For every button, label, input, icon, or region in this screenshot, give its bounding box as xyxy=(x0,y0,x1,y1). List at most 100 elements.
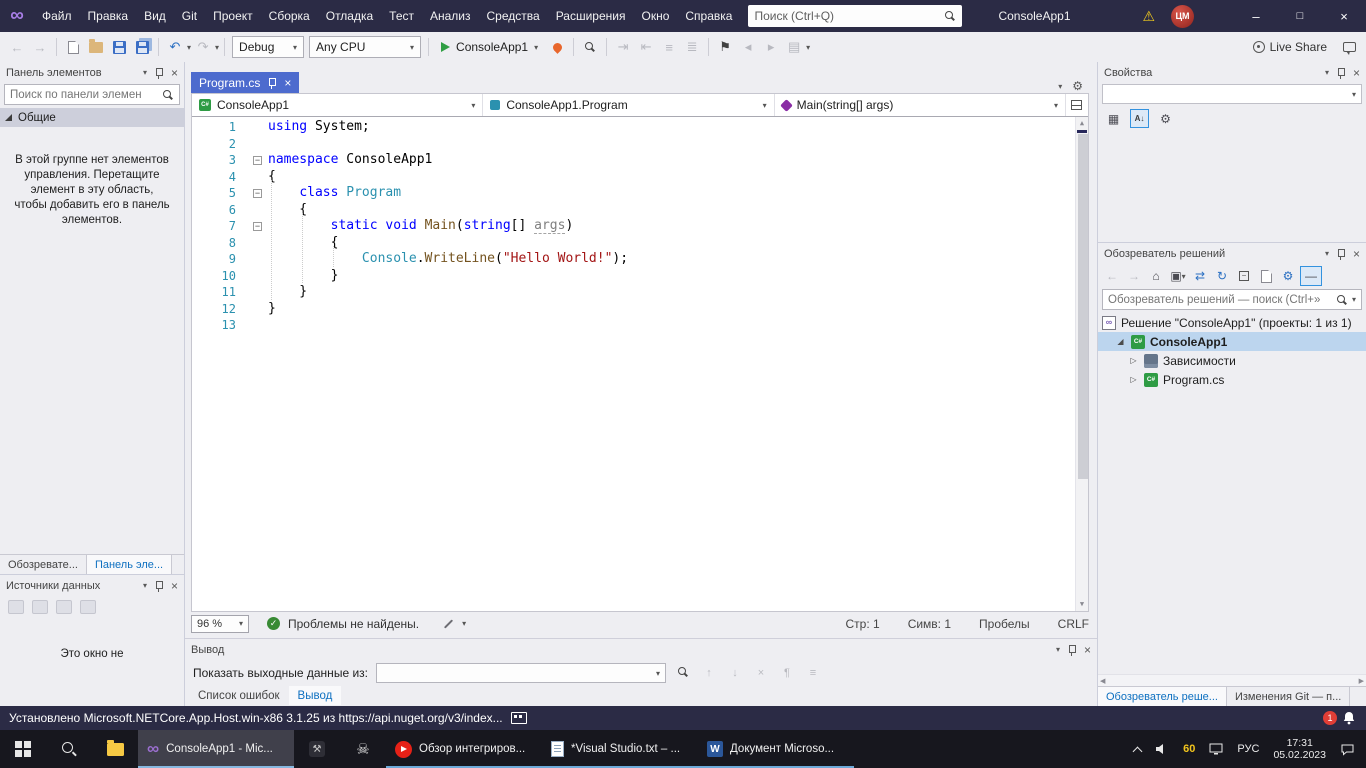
configure-data-source-icon[interactable] xyxy=(56,600,72,614)
navigate-to-icon[interactable]: ⇥ xyxy=(612,36,634,58)
document-tab-program-cs[interactable]: Program.cs × xyxy=(191,72,299,93)
bookmarks-window-icon[interactable]: ▤ xyxy=(783,36,805,58)
undo-icon[interactable]: ↶ xyxy=(164,36,186,58)
chevron-down-icon[interactable]: ▾ xyxy=(1325,68,1329,77)
fold-collapse-icon[interactable]: − xyxy=(253,156,262,165)
previous-bookmark-icon[interactable]: ◂ xyxy=(737,36,759,58)
file-explorer-button[interactable] xyxy=(92,730,138,768)
bookmark-icon[interactable]: ⚑ xyxy=(714,36,736,58)
language-indicator[interactable]: РУС xyxy=(1230,730,1266,768)
menu-item[interactable]: Средства xyxy=(479,0,548,32)
close-icon[interactable]: × xyxy=(1084,644,1091,656)
menu-item[interactable]: Отладка xyxy=(318,0,381,32)
line-indicator[interactable]: Стр: 1 xyxy=(846,617,880,631)
pin-icon[interactable] xyxy=(1067,644,1077,656)
edit-mode-icon[interactable] xyxy=(444,619,453,628)
chevron-down-icon[interactable]: ▾ xyxy=(1325,249,1329,258)
scroll-down-icon[interactable]: ▼ xyxy=(1076,598,1088,611)
taskbar-app-notepad[interactable]: *Visual Studio.txt – ... xyxy=(542,730,698,768)
properties-header[interactable]: Свойства ▾ × xyxy=(1098,62,1366,83)
column-indicator[interactable]: Симв: 1 xyxy=(908,617,951,631)
dock-tab[interactable]: Изменения Git — п... xyxy=(1227,687,1350,706)
comment-icon[interactable]: ≡ xyxy=(658,36,680,58)
menu-item[interactable]: Проект xyxy=(205,0,261,32)
code-line[interactable]: 3−namespace ConsoleApp1 xyxy=(192,152,1088,169)
next-message-icon[interactable]: ↓ xyxy=(726,667,744,679)
volume-icon[interactable] xyxy=(1148,730,1176,768)
solution-explorer-header[interactable]: Обозреватель решений ▾ × xyxy=(1098,243,1366,264)
back-icon[interactable]: ← xyxy=(1102,266,1122,286)
chevron-down-icon[interactable]: ▾ xyxy=(1056,645,1060,654)
code-line[interactable]: 1using System; xyxy=(192,119,1088,136)
code-line[interactable]: 4{ xyxy=(192,169,1088,186)
output-source-dropdown[interactable]: ▾ xyxy=(376,663,666,683)
taskbar-search-button[interactable] xyxy=(46,730,92,768)
forward-icon[interactable]: → xyxy=(1124,266,1144,286)
menu-item[interactable]: Справка xyxy=(677,0,740,32)
switch-views-icon[interactable]: ▣▾ xyxy=(1168,266,1188,286)
code-line[interactable]: 8 { xyxy=(192,235,1088,252)
taskbar-app-visual-studio[interactable]: ConsoleApp1 - Mic... xyxy=(138,730,294,768)
start-button[interactable] xyxy=(0,730,46,768)
pin-icon[interactable] xyxy=(1336,248,1346,260)
tree-item[interactable]: ∞Решение "ConsoleApp1" (проекты: 1 из 1) xyxy=(1098,313,1366,332)
search-options-icon[interactable]: ▾ xyxy=(1352,295,1356,304)
clock[interactable]: 17:31 05.02.2023 xyxy=(1266,730,1333,768)
code-line[interactable]: 13 xyxy=(192,317,1088,334)
tree-item[interactable]: ▷C#Program.cs xyxy=(1098,370,1366,389)
redo-dropdown-icon[interactable]: ▾ xyxy=(215,43,219,52)
background-tasks-icon[interactable] xyxy=(511,712,527,724)
taskbar-app-game[interactable] xyxy=(294,730,340,768)
hot-reload-icon[interactable] xyxy=(546,36,568,58)
edit-dataset-icon[interactable] xyxy=(32,600,48,614)
document-list-icon[interactable]: ▾ xyxy=(1058,82,1062,91)
line-ending-indicator[interactable]: CRLF xyxy=(1058,617,1089,631)
code-line[interactable]: 12} xyxy=(192,301,1088,318)
action-center-icon[interactable] xyxy=(1333,730,1362,768)
properties-object-dropdown[interactable]: ▾ xyxy=(1102,84,1362,104)
show-all-files-icon[interactable] xyxy=(1256,266,1276,286)
editor-options-icon[interactable]: ⚙ xyxy=(1072,79,1083,93)
close-icon[interactable]: × xyxy=(171,580,178,592)
menu-item[interactable]: Тест xyxy=(381,0,422,32)
outdent-icon[interactable]: ⇤ xyxy=(635,36,657,58)
no-problems-icon[interactable]: ✓ xyxy=(267,617,280,630)
expander-icon[interactable]: ◢ xyxy=(1115,337,1126,346)
quick-search-box[interactable]: Поиск (Ctrl+Q) xyxy=(748,5,962,27)
property-pages-icon[interactable]: ⚙ xyxy=(1156,109,1175,128)
horizontal-scrollbar[interactable]: ◀ ▶ xyxy=(1098,674,1366,686)
find-in-files-icon[interactable] xyxy=(579,36,601,58)
menu-item[interactable]: Окно xyxy=(633,0,677,32)
problems-status-text[interactable]: Проблемы не найдены. xyxy=(288,617,419,631)
dock-tab[interactable]: Обозревате... xyxy=(0,555,87,574)
toolbox-header[interactable]: Панель элементов ▾ × xyxy=(0,62,184,83)
refresh-data-source-icon[interactable] xyxy=(80,600,96,614)
maximize-button[interactable]: □ xyxy=(1278,0,1322,32)
menu-item[interactable]: Сборка xyxy=(261,0,318,32)
data-sources-header[interactable]: Источники данных ▾ × xyxy=(0,575,184,596)
tree-item[interactable]: ▷Зависимости xyxy=(1098,351,1366,370)
close-icon[interactable]: × xyxy=(1353,248,1360,260)
menu-item[interactable]: Анализ xyxy=(422,0,479,32)
word-wrap-icon[interactable]: ¶ xyxy=(778,667,796,679)
taskbar-app-skull[interactable] xyxy=(340,730,386,768)
platform-dropdown[interactable]: Any CPU▾ xyxy=(309,36,421,58)
close-button[interactable]: × xyxy=(1322,0,1366,32)
minimize-button[interactable]: – xyxy=(1234,0,1278,32)
scroll-up-icon[interactable]: ▲ xyxy=(1076,117,1088,130)
open-file-icon[interactable] xyxy=(85,36,107,58)
find-message-icon[interactable] xyxy=(674,666,692,681)
scrollbar-thumb[interactable] xyxy=(1078,134,1088,479)
sync-with-active-document-icon[interactable]: ⇄ xyxy=(1190,266,1210,286)
code-line[interactable]: 11 } xyxy=(192,284,1088,301)
fold-collapse-icon[interactable]: − xyxy=(253,222,262,231)
scroll-left-icon[interactable]: ◀ xyxy=(1100,677,1105,685)
code-line[interactable]: 9 Console.WriteLine("Hello World!"); xyxy=(192,251,1088,268)
taskbar-app-youtube[interactable]: Обзор интегриров... xyxy=(386,730,542,768)
navigate-back-icon[interactable]: ← xyxy=(6,36,28,58)
type-dropdown[interactable]: ConsoleApp1.Program ▾ xyxy=(483,94,774,116)
spaces-indicator[interactable]: Пробелы xyxy=(979,617,1030,631)
uncomment-icon[interactable]: ≣ xyxy=(681,36,703,58)
menu-item[interactable]: Правка xyxy=(80,0,137,32)
code-line[interactable]: 7− static void Main(string[] args) xyxy=(192,218,1088,235)
